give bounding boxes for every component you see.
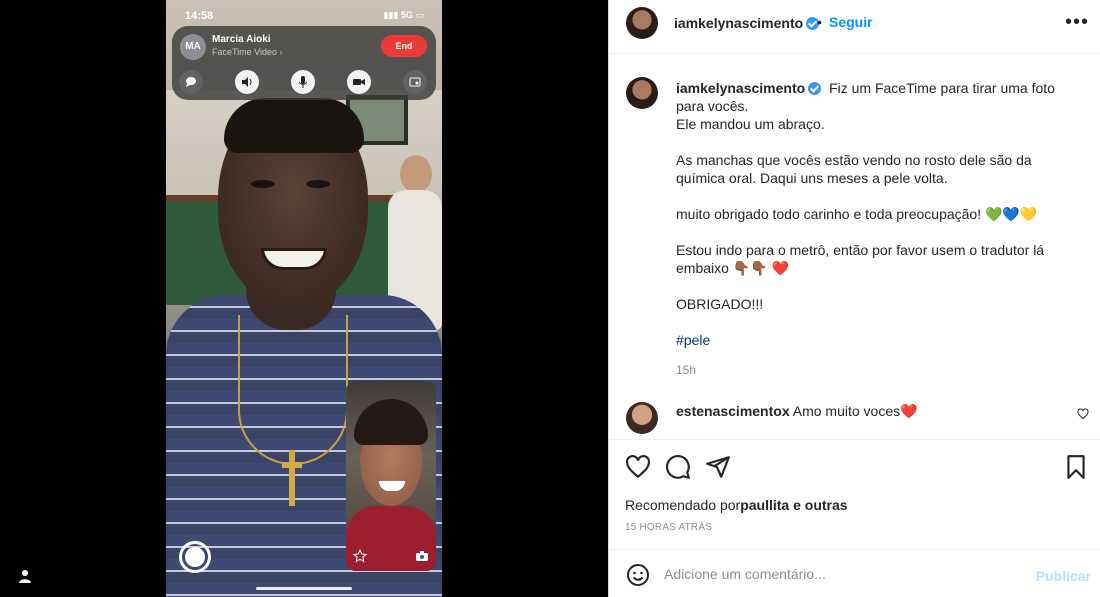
caller-name: Marcia Aioki	[212, 34, 271, 45]
caption-area: iamkelynascimento Fiz um FaceTime para t…	[609, 55, 1100, 440]
emoji-icon[interactable]	[626, 563, 650, 587]
author-avatar[interactable]	[626, 7, 658, 39]
post-panel: iamkelynascimento • Seguir ••• iamkelyna…	[608, 0, 1100, 597]
end-call-button[interactable]: End	[381, 35, 427, 57]
likes-summary: Recomendado porpaullita e outras	[625, 497, 848, 513]
status-time: 14:58	[185, 10, 214, 22]
verified-badge-icon	[808, 82, 822, 95]
post-date[interactable]: 15 HORAS ATRÁS	[625, 522, 712, 533]
speaker-button[interactable]	[235, 70, 259, 94]
self-view-pip[interactable]	[346, 381, 436, 571]
like-heart-icon[interactable]	[625, 454, 651, 480]
video-camera-icon	[353, 79, 365, 85]
add-comment-bar: Publicar	[609, 549, 1100, 597]
comment-input[interactable]	[664, 564, 1024, 584]
share-screen-button[interactable]	[403, 70, 427, 94]
liker-username[interactable]: paullita	[740, 497, 789, 513]
caller-avatar: MA	[180, 34, 206, 60]
cross-pendant	[282, 450, 302, 506]
camera-button[interactable]	[347, 70, 371, 94]
author-username[interactable]: iamkelynascimento	[674, 15, 820, 31]
mic-button[interactable]	[291, 70, 315, 94]
action-bar: Recomendado porpaullita e outras 15 HORA…	[609, 439, 1100, 549]
network-status: ▮▮▮ 5G ▭	[383, 10, 424, 20]
photo-stage: 14:58 ▮▮▮ 5G ▭ MA Marcia Aioki FaceTime …	[0, 0, 608, 597]
phone-status-bar: 14:58 ▮▮▮ 5G ▭	[166, 0, 442, 28]
heart-emoji: ❤️	[771, 260, 789, 276]
user-tag-icon[interactable]	[17, 568, 33, 584]
caption-time[interactable]: 15h	[676, 363, 696, 377]
follow-button[interactable]: Seguir	[829, 14, 873, 30]
comment-text: estenascimentox Amo muito voces❤️	[676, 403, 918, 419]
publish-button[interactable]: Publicar	[1036, 568, 1091, 584]
comment-like-heart-icon[interactable]	[1077, 408, 1089, 420]
facetime-panel: MA Marcia Aioki FaceTime Video › End	[172, 26, 436, 100]
message-button[interactable]	[179, 70, 203, 94]
home-indicator	[256, 587, 352, 590]
call-type: FaceTime Video ›	[212, 47, 283, 57]
commenter-username[interactable]: estenascimentox	[676, 403, 790, 419]
flip-camera-icon[interactable]	[415, 549, 429, 563]
commenter-avatar[interactable]	[626, 402, 658, 434]
hashtag-link[interactable]: #pele	[676, 331, 1061, 349]
caption-text: iamkelynascimento Fiz um FaceTime para t…	[676, 79, 1061, 367]
microphone-icon	[298, 76, 308, 88]
comment-bubble-icon[interactable]	[665, 454, 691, 480]
gold-chain	[238, 315, 348, 465]
bookmark-icon[interactable]	[1063, 454, 1089, 480]
post-header: iamkelynascimento • Seguir •••	[609, 0, 1100, 54]
caption-username[interactable]: iamkelynascimento	[676, 80, 822, 96]
effects-star-icon[interactable]	[353, 549, 367, 563]
speaker-icon	[242, 77, 252, 87]
more-options-icon[interactable]: •••	[1065, 11, 1089, 34]
caption-avatar[interactable]	[626, 77, 658, 109]
message-icon	[186, 77, 196, 87]
share-send-icon[interactable]	[705, 454, 731, 480]
comment-row: estenascimentox Amo muito voces❤️	[609, 398, 1100, 438]
shutter-button[interactable]	[179, 541, 211, 573]
share-screen-icon	[409, 77, 421, 87]
post-photo[interactable]: 14:58 ▮▮▮ 5G ▭ MA Marcia Aioki FaceTime …	[166, 0, 442, 597]
